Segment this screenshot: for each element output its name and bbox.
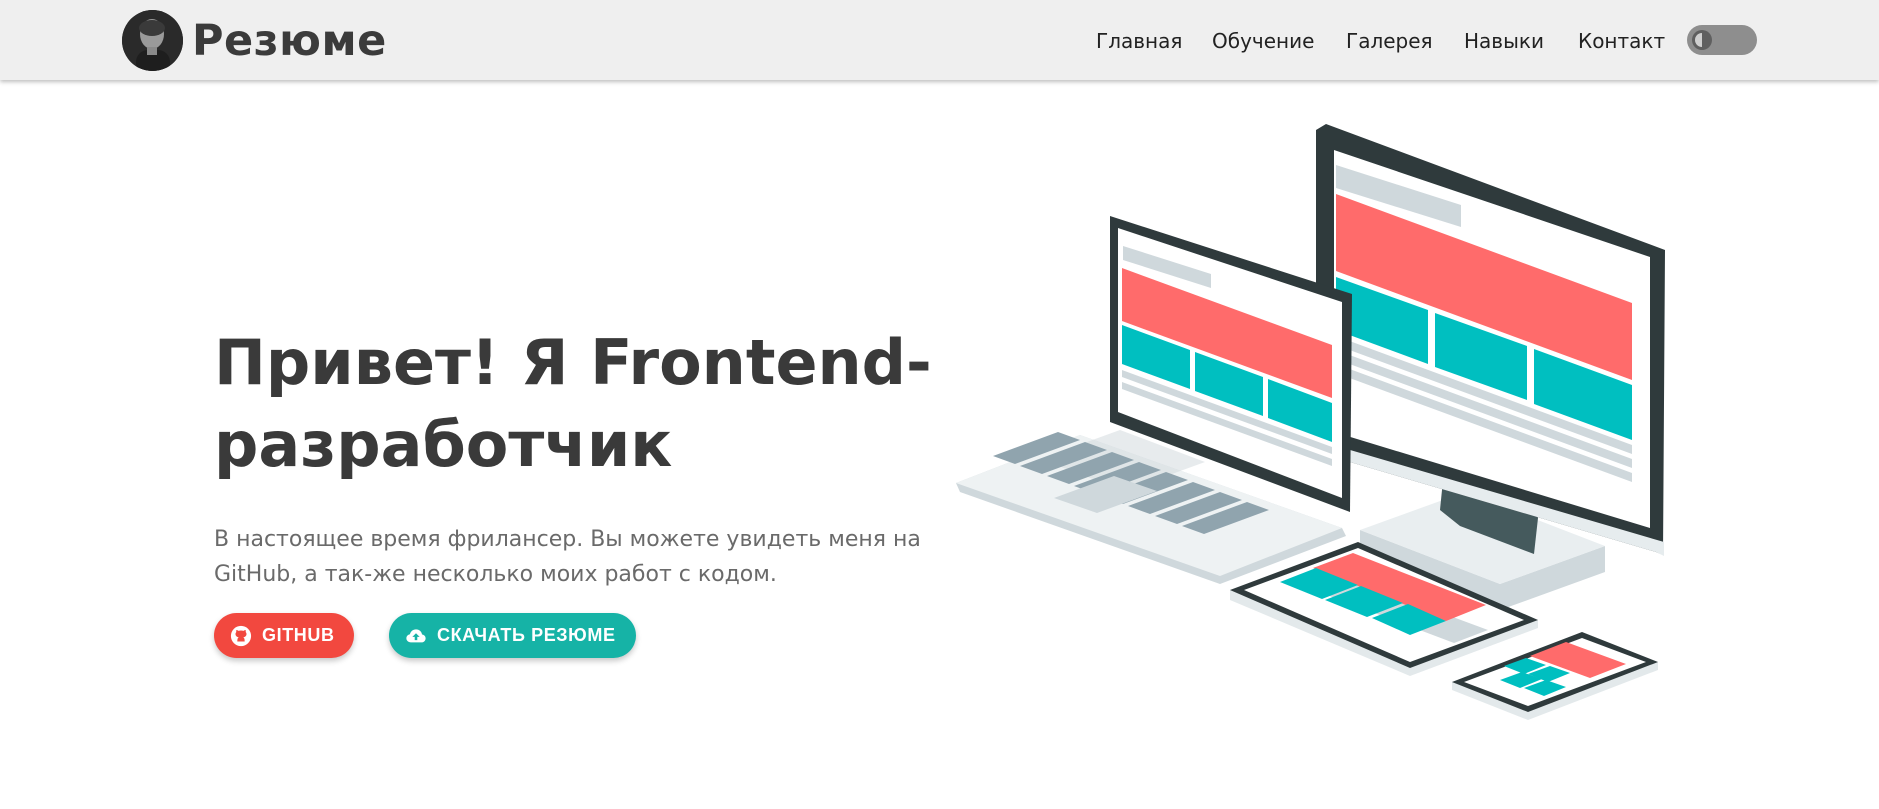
theme-toggle[interactable]: [1687, 25, 1757, 55]
cloud-upload-icon: [406, 629, 426, 643]
devices-illustration: [956, 124, 1665, 720]
download-resume-button-label: СКАЧАТЬ РЕЗЮМЕ: [437, 625, 616, 645]
nav-item-contact[interactable]: Контакт: [1578, 26, 1665, 56]
laptop: [956, 216, 1352, 584]
top-navbar: Резюме Главная Обучение Галерея Навыки К…: [0, 0, 1879, 80]
download-resume-button[interactable]: СКАЧАТЬ РЕЗЮМЕ: [389, 613, 636, 658]
main-nav: Главная Обучение Галерея Навыки Контакт: [0, 0, 1879, 80]
github-button[interactable]: GITHUB: [214, 613, 354, 658]
nav-item-gallery[interactable]: Галерея: [1346, 26, 1433, 56]
desktop-monitor: [1316, 124, 1665, 556]
hero-description: В настоящее время фрилансер. Вы можете у…: [214, 527, 921, 587]
theme-toggle-knob: [1692, 30, 1712, 50]
nav-item-skills[interactable]: Навыки: [1464, 26, 1544, 56]
nav-item-home[interactable]: Главная: [1096, 26, 1182, 56]
github-icon: [230, 625, 252, 647]
nav-item-education[interactable]: Обучение: [1212, 26, 1314, 56]
hero-title: Привет! Я Frontend-разработчик: [214, 326, 932, 481]
github-button-label: GITHUB: [262, 625, 335, 645]
